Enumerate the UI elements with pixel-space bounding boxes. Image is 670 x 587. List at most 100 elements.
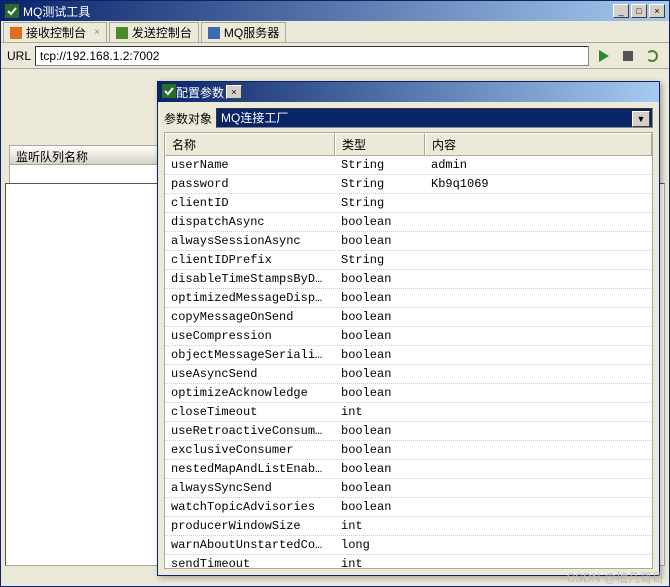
table-row[interactable]: useAsyncSendboolean bbox=[165, 365, 652, 384]
dialog-close-button[interactable]: × bbox=[226, 85, 242, 99]
table-row[interactable]: useCompressionboolean bbox=[165, 327, 652, 346]
cell-value[interactable] bbox=[425, 479, 652, 497]
cell-value[interactable] bbox=[425, 289, 652, 307]
table-row[interactable]: userNameStringadmin bbox=[165, 156, 652, 175]
cell-name[interactable]: objectMessageSerializationDef… bbox=[165, 346, 335, 364]
cell-type[interactable]: int bbox=[335, 517, 425, 535]
cell-value[interactable] bbox=[425, 498, 652, 516]
cell-type[interactable]: boolean bbox=[335, 213, 425, 231]
cell-type[interactable]: boolean bbox=[335, 308, 425, 326]
cell-value[interactable] bbox=[425, 403, 652, 421]
cell-type[interactable]: boolean bbox=[335, 289, 425, 307]
cell-type[interactable]: boolean bbox=[335, 422, 425, 440]
cell-name[interactable]: nestedMapAndListEnabled bbox=[165, 460, 335, 478]
cell-value[interactable]: Kb9q1069 bbox=[425, 175, 652, 193]
cell-name[interactable]: sendTimeout bbox=[165, 555, 335, 569]
refresh-button[interactable] bbox=[641, 46, 663, 66]
col-header-value[interactable]: 内容 bbox=[425, 133, 652, 156]
cell-name[interactable]: clientIDPrefix bbox=[165, 251, 335, 269]
table-row[interactable]: exclusiveConsumerboolean bbox=[165, 441, 652, 460]
cell-value[interactable] bbox=[425, 384, 652, 402]
cell-type[interactable]: String bbox=[335, 175, 425, 193]
cell-type[interactable]: boolean bbox=[335, 270, 425, 288]
cell-name[interactable]: useAsyncSend bbox=[165, 365, 335, 383]
tab-close-icon[interactable]: × bbox=[94, 27, 100, 38]
cell-value[interactable] bbox=[425, 365, 652, 383]
cell-type[interactable]: boolean bbox=[335, 327, 425, 345]
cell-type[interactable]: String bbox=[335, 156, 425, 174]
play-button[interactable] bbox=[593, 46, 615, 66]
cell-value[interactable] bbox=[425, 213, 652, 231]
cell-value[interactable] bbox=[425, 251, 652, 269]
col-header-type[interactable]: 类型 bbox=[335, 133, 425, 156]
stop-button[interactable] bbox=[617, 46, 639, 66]
table-row[interactable]: disableTimeStampsByDefaultboolean bbox=[165, 270, 652, 289]
tab-mq-server[interactable]: MQ服务器 bbox=[201, 22, 286, 42]
url-input[interactable] bbox=[35, 46, 589, 66]
param-grid[interactable]: 名称 类型 内容 userNameStringadminpasswordStri… bbox=[164, 132, 653, 569]
cell-type[interactable]: int bbox=[335, 403, 425, 421]
table-row[interactable]: sendTimeoutint bbox=[165, 555, 652, 569]
cell-value[interactable] bbox=[425, 441, 652, 459]
table-row[interactable]: warnAboutUnstartedConnectionT…long bbox=[165, 536, 652, 555]
cell-type[interactable]: String bbox=[335, 251, 425, 269]
cell-type[interactable]: int bbox=[335, 555, 425, 569]
tab-receive-console[interactable]: 接收控制台 × bbox=[3, 22, 107, 42]
table-row[interactable]: objectMessageSerializationDef…boolean bbox=[165, 346, 652, 365]
cell-value[interactable] bbox=[425, 346, 652, 364]
cell-type[interactable]: boolean bbox=[335, 479, 425, 497]
cell-type[interactable]: boolean bbox=[335, 232, 425, 250]
cell-value[interactable]: admin bbox=[425, 156, 652, 174]
cell-name[interactable]: useRetroactiveConsumer bbox=[165, 422, 335, 440]
tab-send-console[interactable]: 发送控制台 bbox=[109, 22, 199, 42]
cell-type[interactable]: long bbox=[335, 536, 425, 554]
cell-name[interactable]: optimizedMessageDispatch bbox=[165, 289, 335, 307]
cell-value[interactable] bbox=[425, 555, 652, 569]
table-row[interactable]: producerWindowSizeint bbox=[165, 517, 652, 536]
cell-type[interactable]: boolean bbox=[335, 346, 425, 364]
cell-type[interactable]: boolean bbox=[335, 441, 425, 459]
cell-name[interactable]: clientID bbox=[165, 194, 335, 212]
cell-name[interactable]: password bbox=[165, 175, 335, 193]
cell-value[interactable] bbox=[425, 327, 652, 345]
param-object-select[interactable]: MQ连接工厂 bbox=[216, 108, 653, 128]
cell-name[interactable]: closeTimeout bbox=[165, 403, 335, 421]
cell-type[interactable]: boolean bbox=[335, 384, 425, 402]
cell-value[interactable] bbox=[425, 517, 652, 535]
table-row[interactable]: alwaysSessionAsyncboolean bbox=[165, 232, 652, 251]
table-row[interactable]: clientIDString bbox=[165, 194, 652, 213]
cell-value[interactable] bbox=[425, 308, 652, 326]
table-row[interactable]: useRetroactiveConsumerboolean bbox=[165, 422, 652, 441]
table-row[interactable]: copyMessageOnSendboolean bbox=[165, 308, 652, 327]
cell-type[interactable]: boolean bbox=[335, 460, 425, 478]
cell-type[interactable]: boolean bbox=[335, 498, 425, 516]
table-row[interactable]: clientIDPrefixString bbox=[165, 251, 652, 270]
cell-name[interactable]: userName bbox=[165, 156, 335, 174]
cell-name[interactable]: disableTimeStampsByDefault bbox=[165, 270, 335, 288]
table-row[interactable]: closeTimeoutint bbox=[165, 403, 652, 422]
cell-value[interactable] bbox=[425, 536, 652, 554]
table-row[interactable]: passwordStringKb9q1069 bbox=[165, 175, 652, 194]
table-row[interactable]: optimizedMessageDispatchboolean bbox=[165, 289, 652, 308]
close-button[interactable]: × bbox=[649, 4, 665, 18]
cell-value[interactable] bbox=[425, 232, 652, 250]
table-row[interactable]: nestedMapAndListEnabledboolean bbox=[165, 460, 652, 479]
table-row[interactable]: dispatchAsyncboolean bbox=[165, 213, 652, 232]
cell-type[interactable]: boolean bbox=[335, 365, 425, 383]
cell-value[interactable] bbox=[425, 460, 652, 478]
cell-name[interactable]: exclusiveConsumer bbox=[165, 441, 335, 459]
cell-name[interactable]: copyMessageOnSend bbox=[165, 308, 335, 326]
table-row[interactable]: alwaysSyncSendboolean bbox=[165, 479, 652, 498]
cell-name[interactable]: alwaysSessionAsync bbox=[165, 232, 335, 250]
cell-value[interactable] bbox=[425, 194, 652, 212]
cell-name[interactable]: warnAboutUnstartedConnectionT… bbox=[165, 536, 335, 554]
minimize-button[interactable]: _ bbox=[613, 4, 629, 18]
cell-name[interactable]: alwaysSyncSend bbox=[165, 479, 335, 497]
cell-name[interactable]: optimizeAcknowledge bbox=[165, 384, 335, 402]
cell-name[interactable]: watchTopicAdvisories bbox=[165, 498, 335, 516]
cell-value[interactable] bbox=[425, 422, 652, 440]
cell-value[interactable] bbox=[425, 270, 652, 288]
cell-name[interactable]: useCompression bbox=[165, 327, 335, 345]
cell-type[interactable]: String bbox=[335, 194, 425, 212]
col-header-name[interactable]: 名称 bbox=[165, 133, 335, 156]
